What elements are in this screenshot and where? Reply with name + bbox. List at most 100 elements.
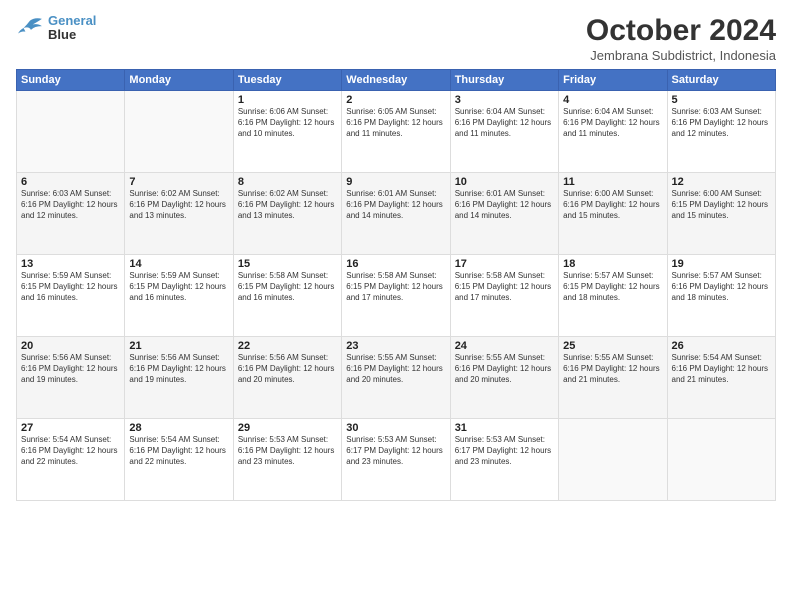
title-block: October 2024 Jembrana Subdistrict, Indon… [586, 14, 776, 63]
day-number: 24 [455, 340, 554, 352]
day-number: 1 [238, 94, 337, 106]
day-info: Sunrise: 6:05 AM Sunset: 6:16 PM Dayligh… [346, 107, 445, 139]
day-number: 19 [672, 258, 771, 270]
day-info: Sunrise: 5:53 AM Sunset: 6:16 PM Dayligh… [238, 435, 337, 467]
day-info: Sunrise: 5:58 AM Sunset: 6:15 PM Dayligh… [346, 271, 445, 303]
day-number: 9 [346, 176, 445, 188]
calendar-cell: 18Sunrise: 5:57 AM Sunset: 6:15 PM Dayli… [559, 255, 667, 337]
month-title: October 2024 [586, 14, 776, 47]
day-number: 5 [672, 94, 771, 106]
calendar-cell: 21Sunrise: 5:56 AM Sunset: 6:16 PM Dayli… [125, 337, 233, 419]
day-number: 29 [238, 422, 337, 434]
day-info: Sunrise: 5:55 AM Sunset: 6:16 PM Dayligh… [563, 353, 662, 385]
day-info: Sunrise: 5:59 AM Sunset: 6:15 PM Dayligh… [129, 271, 228, 303]
calendar-header-row: SundayMondayTuesdayWednesdayThursdayFrid… [17, 70, 776, 91]
day-number: 2 [346, 94, 445, 106]
calendar-cell: 1Sunrise: 6:06 AM Sunset: 6:16 PM Daylig… [233, 91, 341, 173]
calendar-cell: 2Sunrise: 6:05 AM Sunset: 6:16 PM Daylig… [342, 91, 450, 173]
calendar-cell: 12Sunrise: 6:00 AM Sunset: 6:15 PM Dayli… [667, 173, 775, 255]
calendar-cell: 11Sunrise: 6:00 AM Sunset: 6:16 PM Dayli… [559, 173, 667, 255]
day-info: Sunrise: 5:56 AM Sunset: 6:16 PM Dayligh… [129, 353, 228, 385]
day-header-saturday: Saturday [667, 70, 775, 91]
day-info: Sunrise: 6:03 AM Sunset: 6:16 PM Dayligh… [21, 189, 120, 221]
calendar-cell: 25Sunrise: 5:55 AM Sunset: 6:16 PM Dayli… [559, 337, 667, 419]
calendar: SundayMondayTuesdayWednesdayThursdayFrid… [16, 69, 776, 501]
day-number: 6 [21, 176, 120, 188]
day-header-friday: Friday [559, 70, 667, 91]
calendar-cell: 30Sunrise: 5:53 AM Sunset: 6:17 PM Dayli… [342, 419, 450, 501]
day-number: 25 [563, 340, 662, 352]
day-info: Sunrise: 5:59 AM Sunset: 6:15 PM Dayligh… [21, 271, 120, 303]
day-info: Sunrise: 6:04 AM Sunset: 6:16 PM Dayligh… [563, 107, 662, 139]
subtitle: Jembrana Subdistrict, Indonesia [586, 48, 776, 63]
calendar-cell: 27Sunrise: 5:54 AM Sunset: 6:16 PM Dayli… [17, 419, 125, 501]
day-header-wednesday: Wednesday [342, 70, 450, 91]
calendar-cell: 3Sunrise: 6:04 AM Sunset: 6:16 PM Daylig… [450, 91, 558, 173]
day-number: 27 [21, 422, 120, 434]
calendar-cell: 6Sunrise: 6:03 AM Sunset: 6:16 PM Daylig… [17, 173, 125, 255]
header: General Blue October 2024 Jembrana Subdi… [16, 14, 776, 63]
calendar-cell: 20Sunrise: 5:56 AM Sunset: 6:16 PM Dayli… [17, 337, 125, 419]
day-header-monday: Monday [125, 70, 233, 91]
day-info: Sunrise: 6:06 AM Sunset: 6:16 PM Dayligh… [238, 107, 337, 139]
calendar-cell [559, 419, 667, 501]
calendar-week-row: 6Sunrise: 6:03 AM Sunset: 6:16 PM Daylig… [17, 173, 776, 255]
calendar-cell: 8Sunrise: 6:02 AM Sunset: 6:16 PM Daylig… [233, 173, 341, 255]
calendar-cell: 9Sunrise: 6:01 AM Sunset: 6:16 PM Daylig… [342, 173, 450, 255]
calendar-week-row: 1Sunrise: 6:06 AM Sunset: 6:16 PM Daylig… [17, 91, 776, 173]
day-info: Sunrise: 6:03 AM Sunset: 6:16 PM Dayligh… [672, 107, 771, 139]
day-info: Sunrise: 5:54 AM Sunset: 6:16 PM Dayligh… [21, 435, 120, 467]
day-number: 3 [455, 94, 554, 106]
day-info: Sunrise: 5:57 AM Sunset: 6:16 PM Dayligh… [672, 271, 771, 303]
day-header-sunday: Sunday [17, 70, 125, 91]
calendar-cell: 15Sunrise: 5:58 AM Sunset: 6:15 PM Dayli… [233, 255, 341, 337]
day-number: 21 [129, 340, 228, 352]
day-info: Sunrise: 5:58 AM Sunset: 6:15 PM Dayligh… [455, 271, 554, 303]
calendar-week-row: 20Sunrise: 5:56 AM Sunset: 6:16 PM Dayli… [17, 337, 776, 419]
day-info: Sunrise: 5:55 AM Sunset: 6:16 PM Dayligh… [455, 353, 554, 385]
day-number: 13 [21, 258, 120, 270]
day-info: Sunrise: 5:53 AM Sunset: 6:17 PM Dayligh… [346, 435, 445, 467]
day-number: 28 [129, 422, 228, 434]
calendar-cell: 4Sunrise: 6:04 AM Sunset: 6:16 PM Daylig… [559, 91, 667, 173]
day-number: 4 [563, 94, 662, 106]
day-number: 23 [346, 340, 445, 352]
day-info: Sunrise: 6:01 AM Sunset: 6:16 PM Dayligh… [455, 189, 554, 221]
calendar-cell [125, 91, 233, 173]
day-info: Sunrise: 6:04 AM Sunset: 6:16 PM Dayligh… [455, 107, 554, 139]
day-info: Sunrise: 6:00 AM Sunset: 6:15 PM Dayligh… [672, 189, 771, 221]
calendar-cell: 10Sunrise: 6:01 AM Sunset: 6:16 PM Dayli… [450, 173, 558, 255]
day-number: 22 [238, 340, 337, 352]
calendar-cell [17, 91, 125, 173]
calendar-cell: 14Sunrise: 5:59 AM Sunset: 6:15 PM Dayli… [125, 255, 233, 337]
day-info: Sunrise: 5:57 AM Sunset: 6:15 PM Dayligh… [563, 271, 662, 303]
day-info: Sunrise: 5:56 AM Sunset: 6:16 PM Dayligh… [21, 353, 120, 385]
calendar-week-row: 27Sunrise: 5:54 AM Sunset: 6:16 PM Dayli… [17, 419, 776, 501]
calendar-cell: 22Sunrise: 5:56 AM Sunset: 6:16 PM Dayli… [233, 337, 341, 419]
logo: General Blue [16, 14, 96, 43]
calendar-cell: 13Sunrise: 5:59 AM Sunset: 6:15 PM Dayli… [17, 255, 125, 337]
day-number: 20 [21, 340, 120, 352]
calendar-cell: 7Sunrise: 6:02 AM Sunset: 6:16 PM Daylig… [125, 173, 233, 255]
calendar-cell: 24Sunrise: 5:55 AM Sunset: 6:16 PM Dayli… [450, 337, 558, 419]
calendar-cell: 5Sunrise: 6:03 AM Sunset: 6:16 PM Daylig… [667, 91, 775, 173]
calendar-cell: 17Sunrise: 5:58 AM Sunset: 6:15 PM Dayli… [450, 255, 558, 337]
day-info: Sunrise: 6:00 AM Sunset: 6:16 PM Dayligh… [563, 189, 662, 221]
day-info: Sunrise: 6:01 AM Sunset: 6:16 PM Dayligh… [346, 189, 445, 221]
day-info: Sunrise: 5:58 AM Sunset: 6:15 PM Dayligh… [238, 271, 337, 303]
calendar-cell [667, 419, 775, 501]
day-number: 11 [563, 176, 662, 188]
day-header-thursday: Thursday [450, 70, 558, 91]
day-number: 14 [129, 258, 228, 270]
day-info: Sunrise: 6:02 AM Sunset: 6:16 PM Dayligh… [129, 189, 228, 221]
logo-icon [16, 17, 44, 39]
logo-text: General Blue [48, 14, 96, 43]
calendar-week-row: 13Sunrise: 5:59 AM Sunset: 6:15 PM Dayli… [17, 255, 776, 337]
calendar-cell: 19Sunrise: 5:57 AM Sunset: 6:16 PM Dayli… [667, 255, 775, 337]
day-info: Sunrise: 5:55 AM Sunset: 6:16 PM Dayligh… [346, 353, 445, 385]
day-number: 26 [672, 340, 771, 352]
day-info: Sunrise: 5:56 AM Sunset: 6:16 PM Dayligh… [238, 353, 337, 385]
day-number: 16 [346, 258, 445, 270]
calendar-cell: 29Sunrise: 5:53 AM Sunset: 6:16 PM Dayli… [233, 419, 341, 501]
day-number: 18 [563, 258, 662, 270]
